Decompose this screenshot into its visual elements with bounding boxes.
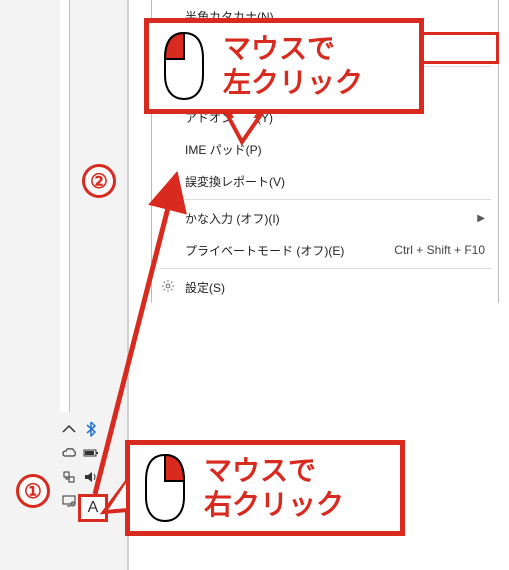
ime-indicator[interactable]: A xyxy=(78,494,108,522)
volume-icon[interactable] xyxy=(82,468,100,486)
menu-item-private-mode[interactable]: プライベートモード (オフ)(E) Ctrl + Shift + F10 xyxy=(151,234,499,266)
badge-number: ① xyxy=(24,479,42,504)
step-badge-2: ② xyxy=(82,164,116,198)
callout-right-click: マウスで 右クリック xyxy=(125,440,405,536)
network-icon[interactable] xyxy=(60,468,78,486)
badge-number: ② xyxy=(90,169,108,194)
callout-left-click: マウスで 左クリック xyxy=(144,18,424,114)
callout-line1: マウスで xyxy=(223,32,363,66)
mouse-right-icon xyxy=(140,453,190,523)
callout-line2: 左クリック xyxy=(223,66,363,100)
ime-indicator-letter: A xyxy=(88,499,99,517)
callout-text: マウスで 左クリック xyxy=(223,32,363,99)
submenu-chevron-icon: ▶ xyxy=(471,213,485,224)
menu-item-shortcut: Ctrl + Shift + F10 xyxy=(394,243,485,257)
menu-separator xyxy=(159,199,491,200)
menu-item-kana-input[interactable]: かな入力 (オフ)(I) ▶ xyxy=(151,202,499,234)
callout-text: マウスで 右クリック xyxy=(204,454,344,521)
menu-item-ime-pad[interactable]: IME パッド(P) xyxy=(151,133,499,165)
battery-icon[interactable] xyxy=(82,444,100,462)
menu-item-label: 誤変換レポート(V) xyxy=(185,173,485,190)
menu-item-misconversion-report[interactable]: 誤変換レポート(V) xyxy=(151,165,499,197)
menu-separator xyxy=(159,268,491,269)
bluetooth-icon[interactable] xyxy=(82,420,100,438)
menu-item-label: かな入力 (オフ)(I) xyxy=(185,210,471,227)
onedrive-icon[interactable] xyxy=(60,444,78,462)
app-window-edge xyxy=(60,0,70,412)
callout-line1: マウスで xyxy=(204,454,344,488)
menu-item-settings[interactable]: 設定(S) xyxy=(151,271,499,303)
monitor-icon[interactable] xyxy=(60,492,78,510)
menu-item-label: プライベートモード (オフ)(E) xyxy=(185,242,394,259)
gear-icon xyxy=(151,279,185,296)
chevron-up-icon[interactable] xyxy=(60,420,78,438)
callout-line2: 右クリック xyxy=(204,488,344,522)
menu-item-label: 設定(S) xyxy=(185,279,485,296)
mouse-left-icon xyxy=(159,31,209,101)
menu-item-label: IME パッド(P) xyxy=(185,141,485,158)
step-badge-1: ① xyxy=(16,474,50,508)
